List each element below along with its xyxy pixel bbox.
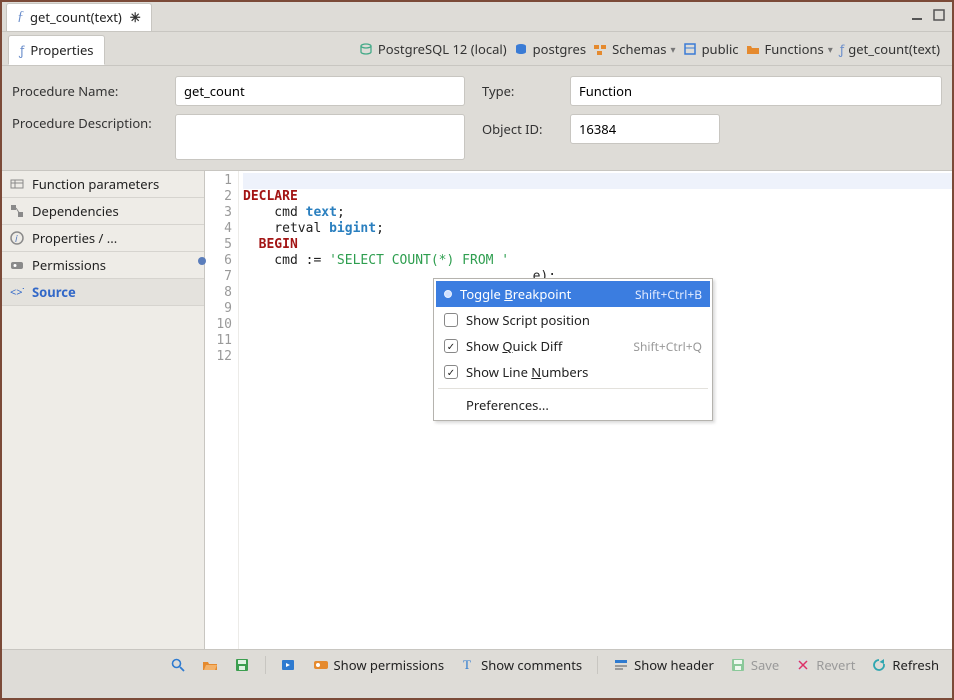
editor-gutter[interactable]: 123456789101112 — [205, 171, 239, 649]
bottom-toolbar: Show permissions T Show comments Show he… — [2, 649, 952, 679]
text-icon: T — [460, 657, 476, 673]
gutter-context-menu: Toggle Breakpoint Shift+Ctrl+B Show Script… — [433, 278, 713, 421]
breadcrumb-schemas[interactable]: Schemas ▾ — [592, 40, 675, 58]
sidepanel-item-dependencies[interactable]: Dependencies — [2, 198, 204, 225]
sidepanel-icon: i — [10, 231, 26, 245]
type-label: Type: — [482, 82, 562, 100]
source-editor[interactable]: 123456789101112 DECLARE cmd text; retval… — [205, 171, 952, 649]
show-permissions-button[interactable]: Show permissions — [308, 653, 450, 677]
menu-item-shortcut: Shift+Ctrl+Q — [633, 338, 702, 355]
body-split: Function parameters Dependencies i Properti… — [2, 170, 952, 649]
sidepanel-item-source[interactable]: <>T Source — [2, 279, 204, 306]
key-icon — [313, 657, 329, 673]
sidepanel-label: Properties / ... — [32, 229, 117, 247]
sidepanel-icon — [10, 204, 26, 218]
sidepanel-label: Permissions — [32, 256, 106, 274]
procname-input[interactable] — [175, 76, 465, 106]
type-input[interactable] — [570, 76, 942, 106]
search-button[interactable] — [165, 654, 191, 676]
chevron-down-icon[interactable]: ▾ — [671, 42, 676, 56]
menu-item-label: Show Quick Diff — [466, 337, 625, 355]
side-panel: Function parameters Dependencies i Properti… — [2, 171, 205, 649]
sidepanel-icon: <>T — [10, 285, 26, 299]
maximize-icon[interactable] — [932, 8, 946, 22]
sidepanel-label: Function parameters — [32, 175, 159, 193]
properties-form: Procedure Name: Procedure Description: T… — [2, 66, 952, 160]
revert-icon — [795, 657, 811, 673]
show-header-button[interactable]: Show header — [608, 653, 719, 677]
editor-tabbar: ƒ get_count(text) ✳ — [2, 2, 952, 32]
breadcrumb-function[interactable]: ƒ get_count(text) — [839, 40, 940, 58]
schemas-icon — [592, 41, 608, 57]
checkbox-empty-icon — [444, 313, 458, 327]
objid-label: Object ID: — [482, 120, 562, 138]
menu-item-label: Toggle Breakpoint — [460, 285, 627, 303]
sidepanel-icon — [10, 258, 26, 272]
menu-item-show-script-position[interactable]: Show Script position — [436, 307, 710, 333]
sidepanel-label: Source — [32, 283, 76, 301]
svg-text:i: i — [15, 231, 18, 245]
breadcrumb-schema[interactable]: public — [682, 40, 739, 58]
procname-label: Procedure Name: — [12, 82, 167, 100]
editor-tab-getcount[interactable]: ƒ get_count(text) ✳ — [6, 3, 152, 31]
menu-item-show-line-numbers[interactable]: ✓ Show Line Numbers — [436, 359, 710, 385]
execute-button[interactable] — [276, 654, 302, 676]
save-button[interactable]: Save — [725, 653, 784, 677]
menu-item-label: Show Line Numbers — [466, 363, 702, 381]
tab-title: get_count(text) — [30, 8, 122, 26]
server-icon — [358, 41, 374, 57]
chevron-down-icon[interactable]: ▾ — [828, 42, 833, 56]
subtab-properties[interactable]: ƒ Properties — [8, 35, 105, 65]
folder-icon — [745, 41, 761, 57]
svg-text:<>T: <>T — [10, 285, 24, 299]
sidepanel-icon — [10, 177, 26, 191]
revert-button[interactable]: Revert — [790, 653, 860, 677]
checkbox-checked-icon: ✓ — [444, 339, 458, 353]
subtab-label: Properties — [30, 41, 93, 59]
sidepanel-label: Dependencies — [32, 202, 119, 220]
save-icon — [730, 657, 746, 673]
sidepanel-item-properties[interactable]: i Properties / ... — [2, 225, 204, 252]
save-file-button[interactable] — [229, 654, 255, 676]
refresh-button[interactable]: Refresh — [866, 653, 944, 677]
breakpoint-marker[interactable] — [198, 257, 206, 265]
breakpoint-icon — [444, 290, 452, 298]
folder-open-icon — [202, 657, 218, 673]
menu-item-label: Preferences... — [466, 396, 702, 414]
save-icon — [234, 657, 250, 673]
sidepanel-item-function-parameters[interactable]: Function parameters — [2, 171, 204, 198]
procdesc-input[interactable] — [175, 114, 465, 160]
breadcrumb-server[interactable]: PostgreSQL 12 (local) — [358, 40, 507, 58]
function-icon: ƒ — [17, 9, 24, 25]
breadcrumb-functions[interactable]: Functions ▾ — [745, 40, 833, 58]
database-icon — [513, 41, 529, 57]
procdesc-label: Procedure Description: — [12, 114, 167, 132]
svg-text:T: T — [463, 657, 471, 672]
subtab-bar: ƒ Properties PostgreSQL 12 (local) postg… — [2, 32, 952, 66]
function-icon: ƒ — [19, 41, 24, 59]
objid-input[interactable] — [570, 114, 720, 144]
menu-item-preferences[interactable]: Preferences... — [436, 392, 710, 418]
breadcrumb-database[interactable]: postgres — [513, 40, 586, 58]
show-comments-button[interactable]: T Show comments — [455, 653, 587, 677]
open-button[interactable] — [197, 654, 223, 676]
breadcrumb: PostgreSQL 12 (local) postgres Schemas ▾… — [111, 40, 946, 58]
header-icon — [613, 657, 629, 673]
menu-item-shortcut: Shift+Ctrl+B — [635, 286, 702, 303]
execute-icon — [281, 657, 297, 673]
schema-icon — [682, 41, 698, 57]
menu-item-show-quick-diff[interactable]: ✓ Show Quick Diff Shift+Ctrl+Q — [436, 333, 710, 359]
tab-dirty-icon: ✳ — [130, 8, 141, 26]
minimize-icon[interactable] — [910, 8, 924, 22]
search-icon — [170, 657, 186, 673]
menu-item-label: Show Script position — [466, 311, 702, 329]
checkbox-checked-icon: ✓ — [444, 365, 458, 379]
sidepanel-item-permissions[interactable]: Permissions — [2, 252, 204, 279]
function-icon: ƒ — [839, 40, 844, 58]
refresh-icon — [871, 657, 887, 673]
menu-item-toggle-breakpoint[interactable]: Toggle Breakpoint Shift+Ctrl+B — [436, 281, 710, 307]
